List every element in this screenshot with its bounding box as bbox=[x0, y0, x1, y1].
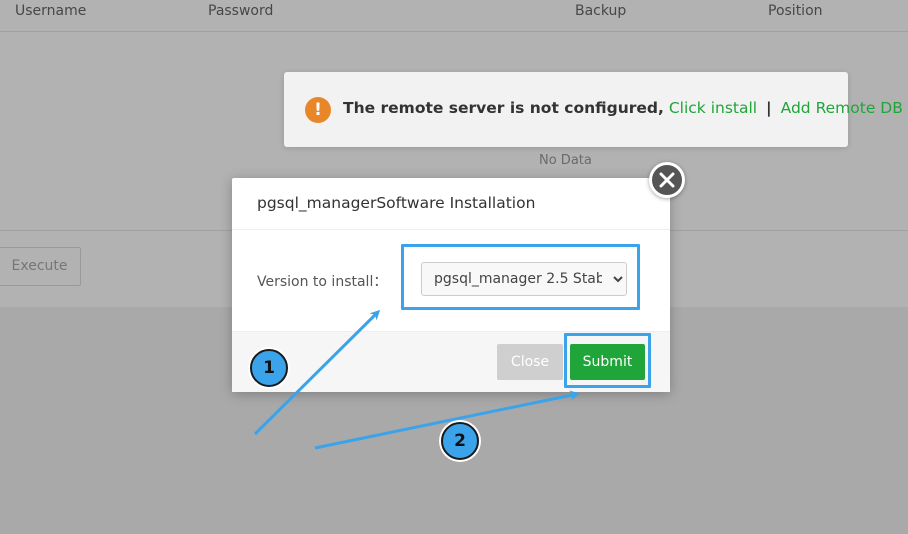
dialog-title: pgsql_managerSoftware Installation bbox=[232, 178, 670, 230]
version-select[interactable]: pgsql_manager 2.5 Stable bbox=[421, 262, 627, 296]
step-2-badge: 2 bbox=[441, 422, 479, 460]
version-label: Version to install： bbox=[257, 274, 388, 290]
link-separator: | bbox=[766, 99, 772, 117]
install-dialog: pgsql_managerSoftware Installation Versi… bbox=[232, 178, 670, 392]
submit-button[interactable]: Submit bbox=[570, 344, 645, 380]
dialog-close-button[interactable] bbox=[649, 162, 685, 198]
warning-message: The remote server is not configured, bbox=[343, 99, 664, 117]
add-remote-db-link[interactable]: Add Remote DB bbox=[781, 99, 903, 117]
close-icon bbox=[659, 172, 675, 188]
warning-icon: ! bbox=[305, 97, 331, 123]
warning-text: The remote server is not configured, Cli… bbox=[343, 99, 903, 117]
close-button[interactable]: Close bbox=[497, 344, 563, 380]
click-install-link[interactable]: Click install bbox=[669, 99, 757, 117]
remote-server-warning: ! The remote server is not configured, C… bbox=[284, 72, 903, 147]
step-1-badge: 1 bbox=[250, 349, 288, 387]
